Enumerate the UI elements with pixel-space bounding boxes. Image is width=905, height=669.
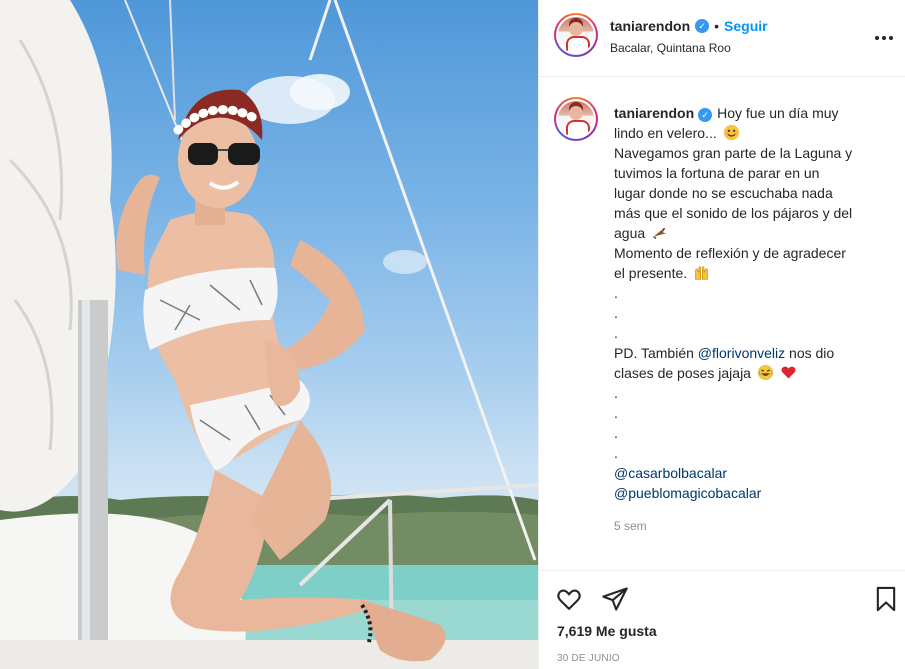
post-photo-illustration (0, 0, 538, 669)
bookmark-icon[interactable] (872, 585, 900, 613)
raised-hands-emoji-icon (695, 266, 708, 280)
post-caption: taniarendon ✓ Hoy fue un día muy lindo en … (614, 103, 894, 503)
caption-dot: . (614, 425, 618, 441)
post-actions: 7,619 Me gusta 30 DE JUNIO (539, 570, 905, 669)
caption-dot: . (614, 405, 618, 421)
hashtag-link[interactable]: @pueblomagicobacalar (614, 485, 761, 501)
post-date[interactable]: 30 DE JUNIO (557, 653, 620, 664)
caption-line: PD. También (614, 345, 694, 361)
comments-area: taniarendon ✓ Hoy fue un día muy lindo en … (539, 77, 905, 570)
caption-line: el presente. (614, 265, 688, 281)
caption-line: Navegamos gran parte de la Laguna y (614, 145, 853, 161)
hashtag-link[interactable]: @casarbolbacalar (614, 465, 727, 481)
caption-username[interactable]: taniarendon (614, 105, 694, 121)
post-header: taniarendon ✓ • Seguir Bacalar, Quintana… (539, 0, 905, 77)
paper-plane-icon[interactable] (601, 585, 629, 613)
caption-line: nos dio (789, 345, 835, 361)
likes-count[interactable]: 7,619 Me gusta (557, 623, 657, 639)
heart-icon[interactable] (555, 585, 583, 613)
caption-dot: . (614, 325, 618, 341)
verified-badge-icon: ✓ (698, 108, 713, 122)
verified-badge-icon: ✓ (695, 19, 710, 33)
red-heart-emoji-icon (781, 366, 796, 379)
post-time-ago[interactable]: 5 sem (614, 519, 647, 533)
caption-line: lindo en velero... (614, 125, 717, 141)
author-avatar[interactable] (554, 13, 598, 57)
post-location[interactable]: Bacalar, Quintana Roo (610, 41, 731, 55)
caption-dot: . (614, 385, 618, 401)
caption-line: clases de poses jajaja (614, 365, 751, 381)
caption-dot: . (614, 305, 618, 321)
laughing-face-emoji-icon (757, 364, 774, 381)
separator-dot: • (714, 18, 720, 34)
bird-emoji-icon (653, 227, 667, 240)
caption-line: tuvimos la fortuna de parar en un (614, 165, 820, 181)
follow-button[interactable]: Seguir (724, 18, 768, 34)
author-username[interactable]: taniarendon (610, 18, 690, 34)
caption-line: Momento de reflexión y de agradecer (614, 245, 846, 261)
post-photo[interactable] (0, 0, 538, 669)
caption-author-avatar[interactable] (554, 97, 598, 141)
caption-dot: . (614, 285, 618, 301)
caption-line: más que el sonido de los pájaros y del (614, 205, 853, 221)
mention-link[interactable]: @florivonveliz (698, 345, 785, 361)
caption-line: agua (614, 225, 646, 241)
caption-line: lugar donde no se escuchaba nada (614, 185, 833, 201)
caption-dot: . (614, 445, 618, 461)
more-options-icon[interactable] (873, 27, 895, 49)
caption-line: Hoy fue un día muy (717, 105, 839, 121)
smiling-face-emoji-icon (723, 124, 739, 141)
post-side-panel: taniarendon ✓ • Seguir Bacalar, Quintana… (538, 0, 905, 669)
